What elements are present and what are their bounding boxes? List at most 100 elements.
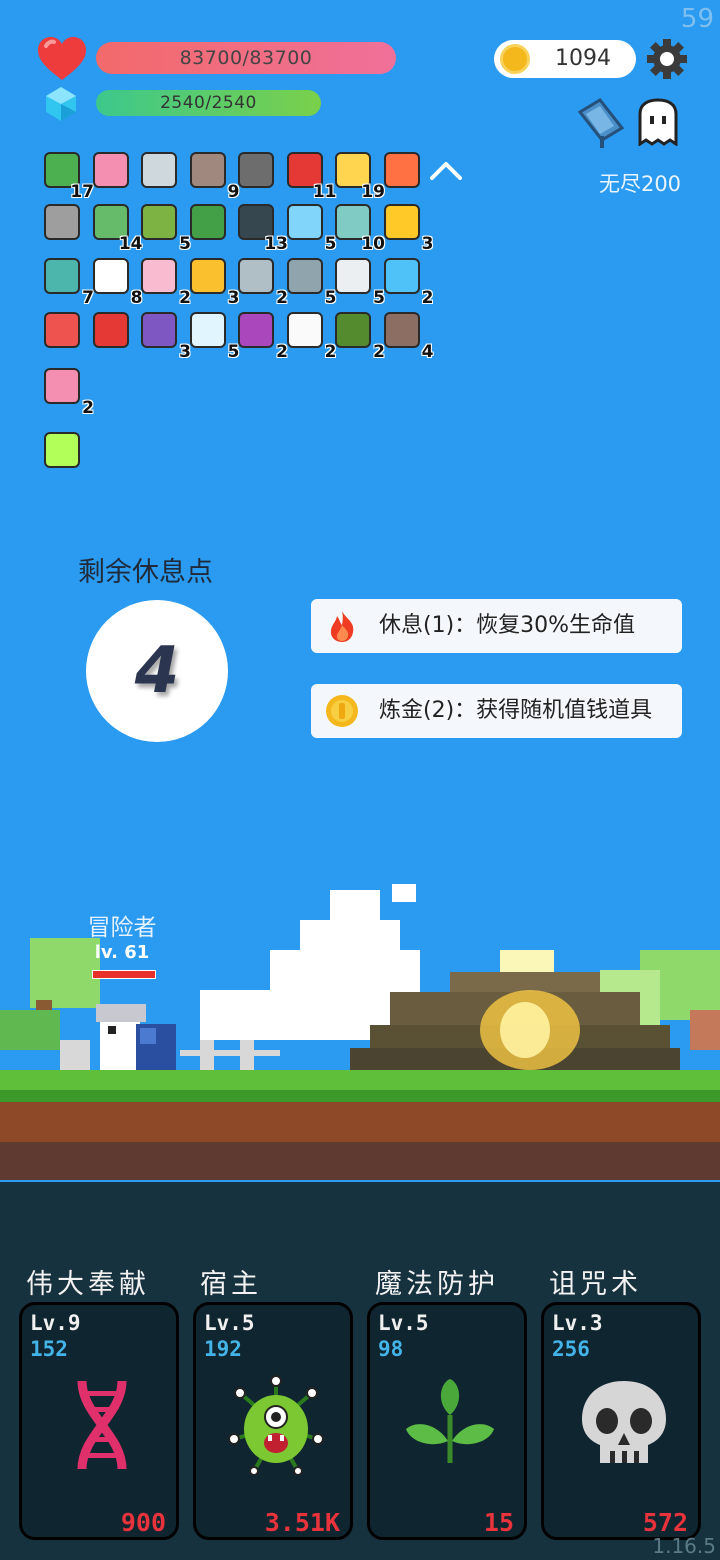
inventory-item[interactable]: 5 (139, 202, 191, 254)
inventory-item[interactable]: 4 (382, 310, 434, 362)
inventory-item[interactable]: 8 (91, 256, 143, 308)
skill-level: Lv.3 (552, 1311, 603, 1335)
grenade-icon (335, 312, 371, 348)
skill-name: 魔法防护 (375, 1269, 499, 1300)
item-count: 2 (421, 288, 434, 308)
inventory-item[interactable]: 2 (236, 256, 288, 308)
inventory-item[interactable]: 3 (188, 256, 240, 308)
inventory-item[interactable]: 13 (236, 202, 288, 254)
gold-counter: 1094 (494, 40, 636, 78)
skill-name: 宿主 (200, 1269, 262, 1300)
ghost-icon (92, 258, 129, 294)
skill-cost: 572 (642, 1508, 688, 1537)
skill-name: 伟大奉献 (26, 1269, 150, 1300)
inventory-item[interactable] (236, 150, 280, 194)
gift-box-icon (92, 312, 129, 348)
skill-points: 98 (378, 1337, 404, 1361)
mortar-icon (238, 152, 274, 188)
battle-axe-icon (238, 258, 274, 294)
skill-cost: 3.51K (264, 1508, 340, 1537)
alchemy-option-button[interactable]: 炼金(2)：获得随机值钱道具 (311, 684, 682, 738)
dice-icon (335, 258, 371, 294)
inventory-item[interactable]: 10 (333, 202, 385, 254)
inventory-item[interactable] (382, 150, 426, 194)
leaf-sprout-icon (406, 1379, 494, 1463)
virus-monster-icon (228, 1375, 324, 1475)
playing-cards-icon (286, 312, 323, 348)
inventory-item[interactable] (91, 310, 135, 354)
inventory-item[interactable]: 5 (285, 256, 337, 308)
hp-bar: 83700/83700 (96, 42, 396, 74)
gear-icon[interactable] (646, 38, 688, 80)
item-count: 3 (421, 234, 434, 254)
inventory-item[interactable]: 3 (139, 310, 191, 362)
inventory-item[interactable]: 17 (42, 150, 94, 202)
rest-points-title: 剩余休息点 (78, 557, 213, 588)
inventory-item[interactable]: 2 (333, 310, 385, 362)
inventory-item[interactable]: 19 (333, 150, 385, 202)
inventory-item[interactable]: 7 (42, 256, 94, 308)
skill-points: 192 (204, 1337, 242, 1361)
skill-cost: 15 (483, 1508, 514, 1537)
inventory-item[interactable]: 2 (382, 256, 434, 308)
inventory-item[interactable]: 11 (285, 150, 337, 202)
inventory-item[interactable]: 9 (188, 150, 240, 202)
green-monster-icon (141, 204, 177, 240)
skill-card-curse[interactable]: Lv.3 256 572 (541, 1302, 701, 1540)
inventory-item[interactable] (42, 310, 86, 354)
hp-value: 83700/83700 (179, 47, 313, 69)
tombstone-icon (189, 152, 226, 188)
knight-helmet-icon (44, 204, 80, 240)
inventory-item[interactable]: 5 (285, 202, 337, 254)
inventory-item[interactable]: 2 (236, 310, 288, 362)
green-idol-icon (44, 258, 80, 294)
green-card-icon (189, 204, 226, 240)
skill-card-devotion[interactable]: Lv.9 152 900 (19, 1302, 179, 1540)
inventory-item[interactable] (42, 202, 86, 246)
inventory-item[interactable]: 3 (382, 202, 434, 254)
pixel-flag-icon[interactable] (576, 98, 628, 150)
skill-card-magic-protection[interactable]: Lv.5 98 15 (367, 1302, 527, 1540)
inventory-item[interactable]: 2 (285, 310, 337, 362)
wooden-shield-icon (383, 312, 420, 348)
ghost-mode-icon[interactable] (634, 98, 682, 146)
skill-card-host[interactable]: Lv.5 192 3.51K (193, 1302, 353, 1540)
inventory-item[interactable]: 5 (188, 310, 240, 362)
inventory-item[interactable]: 14 (91, 202, 143, 254)
chevron-up-icon[interactable] (428, 158, 464, 182)
dna-icon (77, 1380, 127, 1470)
hero-sprite (96, 1004, 176, 1070)
inventory-item[interactable] (139, 150, 183, 194)
skill-level: Lv.5 (378, 1311, 429, 1335)
item-count: 2 (82, 398, 94, 418)
inventory-item[interactable]: 2 (42, 366, 94, 418)
gold-value: 1094 (555, 46, 611, 71)
skull-icon (582, 1381, 666, 1463)
item-count: 4 (421, 342, 434, 362)
sword-icon (141, 152, 177, 188)
ice-cream-icon (141, 258, 177, 294)
version-label: 1.16.5 (652, 1534, 716, 1558)
love-letter-icon (92, 152, 129, 188)
magic-wand-icon (383, 204, 420, 240)
mana-crystal-icon (46, 87, 76, 121)
fire-icon (330, 611, 354, 642)
inventory-item[interactable] (188, 202, 232, 246)
hero-level: lv. 61 (94, 942, 150, 963)
crown-icon (189, 258, 226, 294)
purple-chest-icon (141, 312, 177, 348)
hero-name: 冒险者 (87, 915, 157, 941)
inventory-item[interactable]: 2 (139, 256, 191, 308)
skill-cost: 900 (120, 1508, 166, 1537)
glowing-tile-icon (44, 432, 80, 468)
inventory-item[interactable]: 5 (333, 256, 385, 308)
skill-level: Lv.9 (30, 1311, 81, 1335)
crosshair-icon (383, 258, 420, 294)
torch-icon (383, 152, 420, 188)
inventory-item[interactable] (91, 150, 135, 194)
heart-icon (38, 37, 86, 80)
compass-icon (286, 258, 323, 294)
inventory-item[interactable] (42, 430, 86, 474)
rest-option-button[interactable]: 休息(1)：恢复30%生命值 (311, 599, 682, 653)
mana-bar: 2540/2540 (96, 90, 321, 116)
